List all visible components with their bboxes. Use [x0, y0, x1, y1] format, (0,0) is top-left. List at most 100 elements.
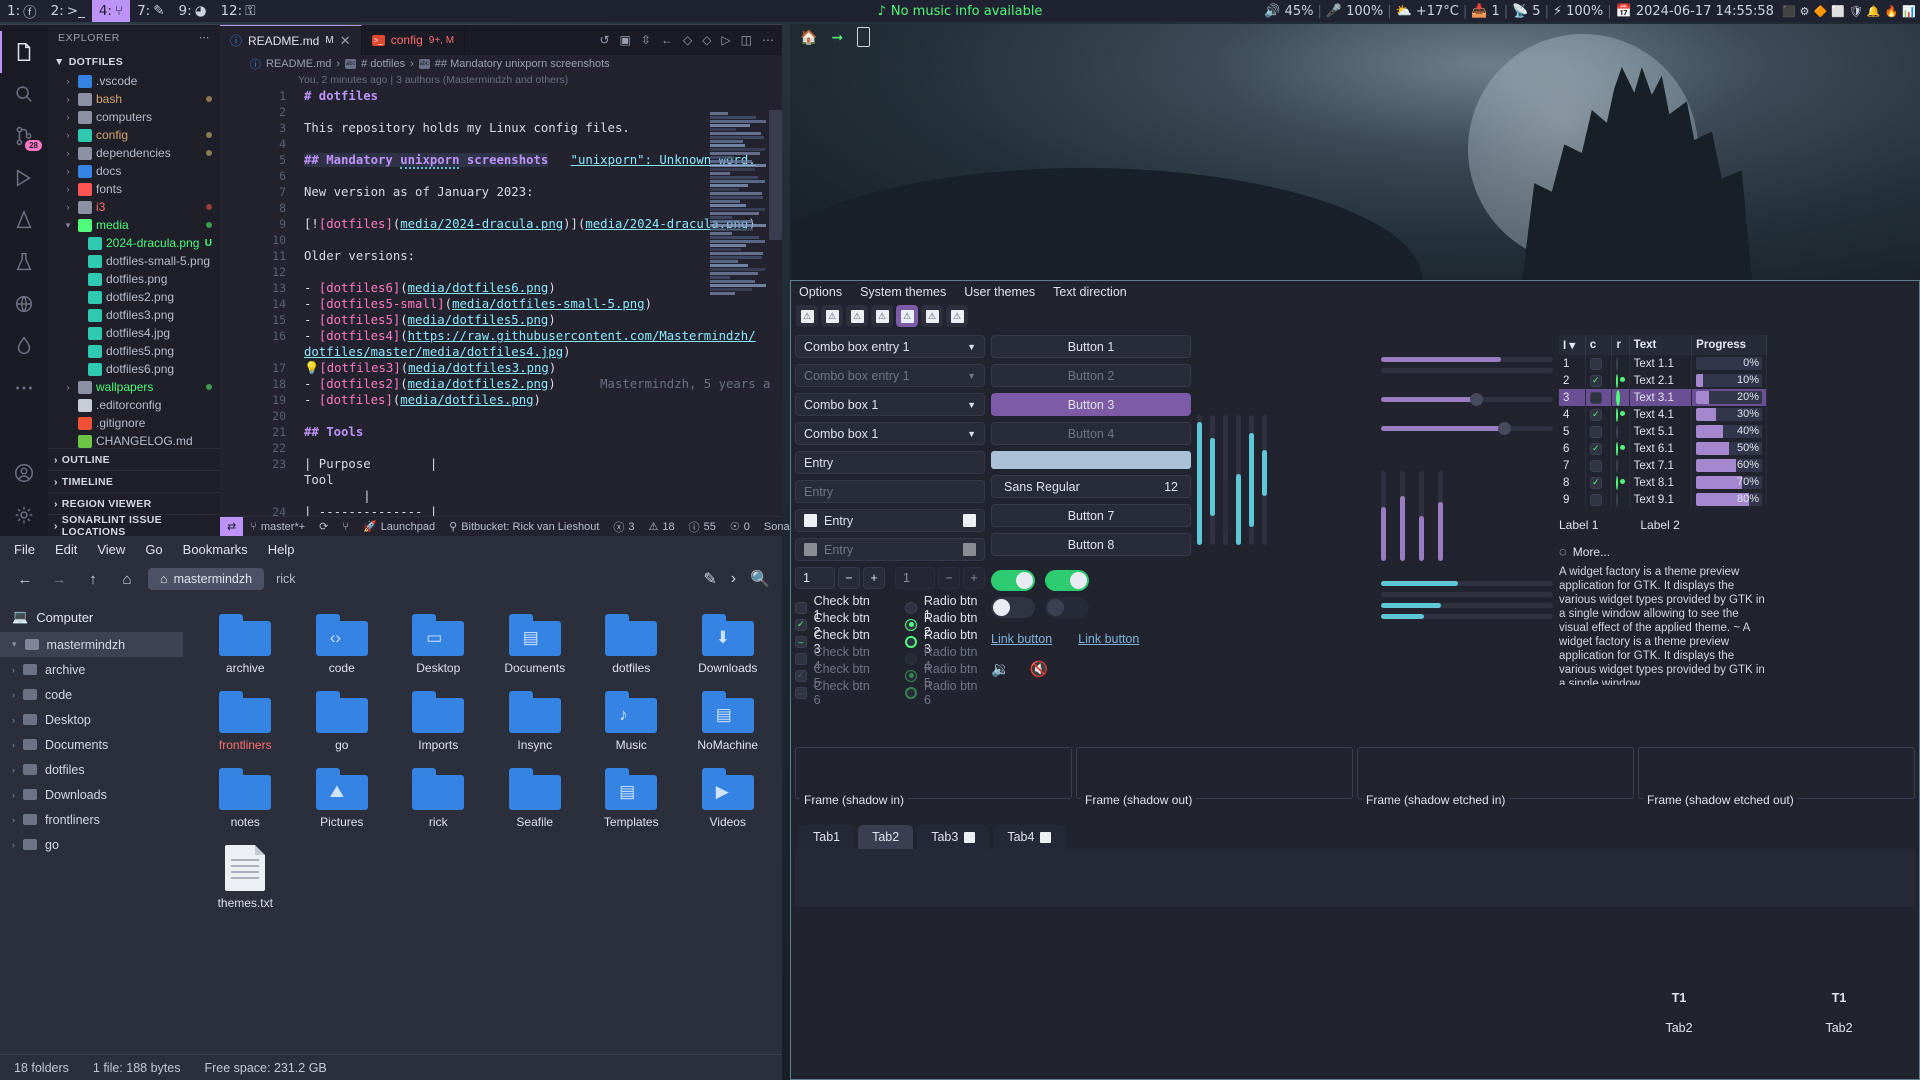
tree-item[interactable]: CHANGELOG.md [48, 432, 220, 448]
tree-item[interactable]: ›.vscode [48, 72, 220, 90]
combo-box-1[interactable]: Combo box 1 ▼ [795, 393, 985, 416]
activity-testing[interactable] [0, 199, 48, 241]
chevron-right-icon[interactable]: › [12, 790, 15, 800]
activity-more[interactable] [0, 367, 48, 409]
code-area[interactable]: You, 2 minutes ago | 3 authors (Mastermi… [220, 72, 782, 516]
tree-item[interactable]: ›wallpapers [48, 378, 220, 396]
back-icon[interactable]: ← [12, 566, 38, 592]
file-item[interactable]: go [294, 685, 391, 762]
file-item[interactable]: frontliners [197, 685, 294, 762]
terminal-icon[interactable] [857, 27, 870, 47]
shield-tray-icon[interactable]: 🛡 [1849, 5, 1863, 18]
history-icon[interactable]: ↺ [599, 33, 609, 47]
forward-arrow-icon[interactable]: ➞ [831, 29, 843, 46]
place-archive[interactable]: ›archive [0, 657, 183, 682]
tree-item[interactable]: ›config [48, 126, 220, 144]
file-item[interactable]: ▶Videos [680, 762, 777, 839]
edit-location-icon[interactable]: ✎ [703, 569, 716, 589]
status-battery-bolt-icon[interactable]: ⚡100% [1553, 4, 1603, 19]
menu-edit[interactable]: Edit [55, 542, 77, 557]
chevron-right-icon[interactable]: › [731, 570, 736, 588]
vbar[interactable] [1223, 415, 1228, 545]
radio-icon[interactable] [1616, 374, 1618, 388]
file-item[interactable]: ▤NoMachine [680, 685, 777, 762]
treeview-row[interactable]: 9Text 9.180% [1559, 491, 1767, 508]
spin-button-1[interactable]: 1 − + [795, 567, 885, 589]
tree-item[interactable]: dotfiles5.png [48, 342, 220, 360]
more-label[interactable]: More... [1573, 545, 1610, 559]
status-item[interactable]: ⑂master*+ [243, 517, 312, 537]
tree-item[interactable]: dotfiles.png [48, 270, 220, 288]
entry-3[interactable]: Entry [795, 509, 985, 532]
toolbar-button-4[interactable]: ⚠ [871, 305, 893, 327]
treeview-row[interactable]: 7Text 7.160% [1559, 457, 1767, 474]
vnotebook-2[interactable]: T1 Tab2 [1759, 979, 1919, 1079]
file-grid[interactable]: archive‹›code▭Desktop▤Documentsdotfiles⬇… [183, 596, 782, 1054]
tree-item[interactable]: .gitignore [48, 414, 220, 432]
tree-item[interactable]: dotfiles-small-5.png [48, 252, 220, 270]
chevron-right-icon[interactable]: › [62, 94, 74, 104]
sidebar-section-region-viewer[interactable]: ›REGION VIEWER [48, 492, 220, 514]
tree-item[interactable]: dotfiles4.jpg [48, 324, 220, 342]
vertical-bars[interactable] [1197, 415, 1375, 545]
vbar[interactable] [1262, 415, 1267, 545]
switch-2[interactable] [1045, 570, 1089, 591]
toolbar-button-1[interactable]: ⚠ [796, 305, 818, 327]
toolbar-button-2[interactable]: ⚠ [821, 305, 843, 327]
home-icon[interactable]: ⌂ [114, 566, 140, 592]
scale-1[interactable] [1381, 357, 1553, 362]
place-code[interactable]: ›code [0, 682, 183, 707]
split-preview-icon[interactable]: ▣ [620, 33, 631, 47]
vscale-1[interactable] [1381, 471, 1386, 561]
treeview-row[interactable]: 2✓Text 2.110% [1559, 372, 1767, 389]
volume-mute-icon[interactable]: 🔇 [1030, 660, 1049, 678]
breadcrumb-file[interactable]: README.md [266, 58, 331, 70]
chevron-right-icon[interactable]: ▾ [12, 639, 17, 650]
vscale-3[interactable] [1419, 471, 1424, 561]
place-desktop[interactable]: ›Desktop [0, 707, 183, 732]
status-item[interactable]: ⟳ [312, 517, 335, 537]
activity-explorer[interactable] [0, 31, 48, 73]
file-item[interactable]: ⛰Pictures [294, 762, 391, 839]
checkbox-icon[interactable] [1590, 426, 1602, 438]
place-dotfiles[interactable]: ›dotfiles [0, 757, 183, 782]
tree-item[interactable]: dotfiles6.png [48, 360, 220, 378]
notebook-tab-3[interactable]: Tab3 [917, 825, 989, 849]
status-item[interactable]: ⚲Bitbucket: Rick van Lieshout [442, 517, 606, 537]
wf-menu-system-themes[interactable]: System themes [860, 285, 946, 299]
tree-item[interactable]: .editorconfig [48, 396, 220, 414]
flame-tray-icon[interactable]: 🔥 [1885, 5, 1899, 18]
volume-on-icon[interactable]: 🔉 [991, 660, 1010, 678]
button-1[interactable]: Button 1 [991, 335, 1191, 358]
file-item[interactable]: dotfiles [583, 608, 680, 685]
file-item[interactable]: ▤Templates [583, 762, 680, 839]
tree-item[interactable]: ›bash [48, 90, 220, 108]
activity-run-debug[interactable] [0, 157, 48, 199]
column-header-i[interactable]: I ▾ [1559, 335, 1585, 355]
vbar[interactable] [1236, 415, 1241, 545]
vscale-4[interactable] [1438, 471, 1443, 561]
column-header-r[interactable]: r [1612, 335, 1629, 355]
status-inbox-icon[interactable]: 📥1 [1471, 4, 1499, 19]
tree-item[interactable]: ›fonts [48, 180, 220, 198]
workspace-1[interactable]: 1:ⓕ [0, 0, 44, 22]
place-go[interactable]: ›go [0, 832, 183, 857]
workspace-12[interactable]: 12:⚿ [213, 0, 262, 22]
tab-readme[interactable]: ⓘ README.md M ✕ [220, 25, 362, 55]
checkbox-icon[interactable]: ✓ [1590, 443, 1602, 455]
chevron-right-icon[interactable]: › [62, 382, 74, 392]
status-weather-icon[interactable]: ⛅+17°C [1396, 4, 1459, 19]
place-frontliners[interactable]: ›frontliners [0, 807, 183, 832]
entry-1[interactable]: Entry [795, 451, 985, 474]
radio-icon[interactable] [1616, 357, 1618, 371]
activity-remote[interactable] [0, 283, 48, 325]
toolbar-button-5[interactable]: ⚠ [896, 305, 918, 327]
editor-scrollbar[interactable] [769, 110, 782, 240]
workspace-7[interactable]: 7:✎ [130, 0, 171, 22]
activity-settings[interactable] [0, 494, 48, 536]
status-mic-icon[interactable]: 🎤100% [1326, 4, 1383, 19]
checkbox-icon[interactable] [1590, 460, 1602, 472]
wf-menu-user-themes[interactable]: User themes [964, 285, 1035, 299]
file-item[interactable]: ▭Desktop [390, 608, 487, 685]
chevron-right-icon[interactable]: › [12, 815, 15, 825]
